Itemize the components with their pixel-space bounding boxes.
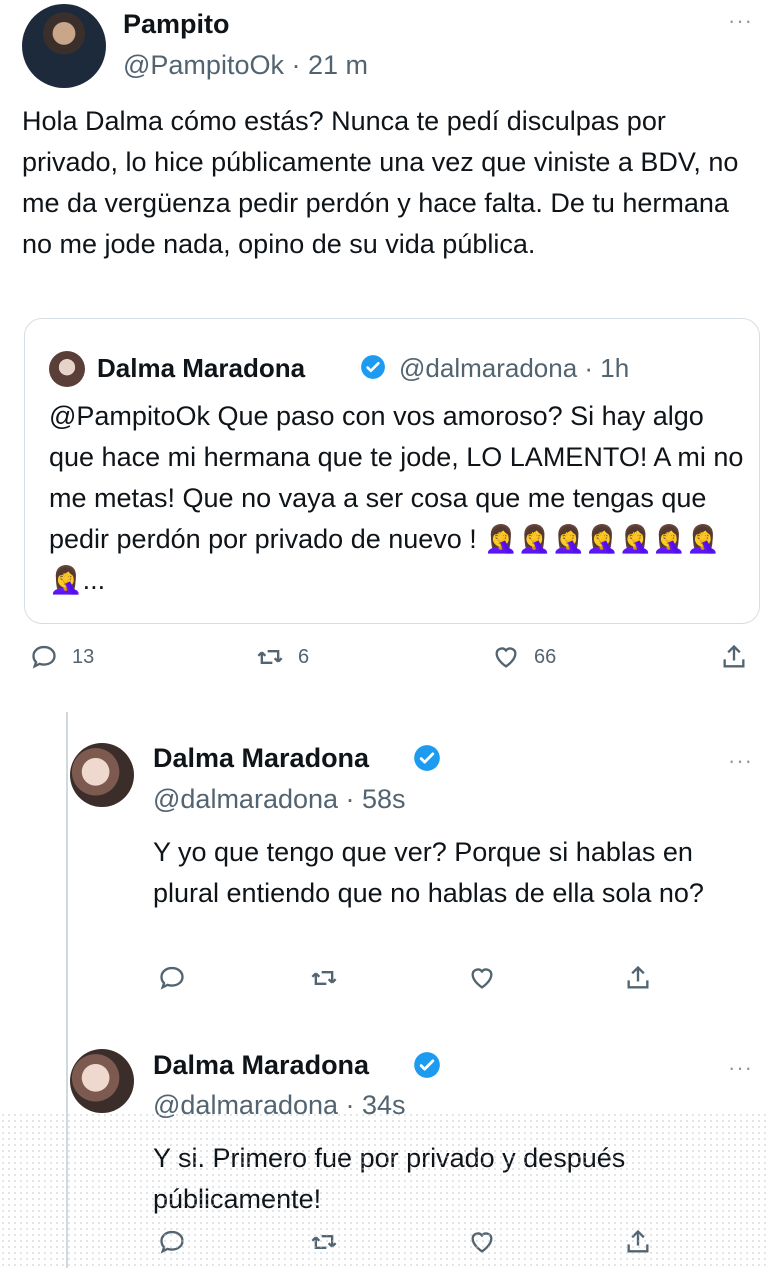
- reply-action[interactable]: [158, 964, 186, 992]
- reply-handle-time[interactable]: @dalmaradona · 34s: [153, 1090, 406, 1121]
- heart-icon: [495, 647, 517, 668]
- share-action[interactable]: [624, 964, 652, 992]
- reply-actions: [0, 1228, 767, 1268]
- share-action[interactable]: [624, 1228, 652, 1256]
- more-options-icon[interactable]: ···: [728, 750, 753, 772]
- heart-icon: [471, 968, 493, 989]
- verified-badge-icon: [414, 745, 440, 771]
- reply-author-name[interactable]: Dalma Maradona: [153, 1050, 369, 1081]
- more-options-icon[interactable]: ···: [728, 1057, 753, 1079]
- like-action[interactable]: [468, 964, 496, 992]
- reply-handle-time[interactable]: @dalmaradona · 58s: [153, 784, 406, 815]
- quoted-handle-time: @dalmaradona · 1h: [399, 353, 630, 383]
- share-icon: [627, 1229, 649, 1253]
- quoted-author-name: Dalma Maradona: [97, 353, 306, 383]
- reply-avatar[interactable]: [70, 1049, 134, 1113]
- reply-icon: [160, 1230, 184, 1254]
- like-count: 66: [534, 645, 557, 668]
- retweet-count: 6: [298, 645, 310, 668]
- retweet-action[interactable]: [310, 1228, 338, 1256]
- verified-badge-icon: [361, 355, 385, 379]
- like-action[interactable]: 66: [492, 643, 556, 671]
- share-icon: [723, 644, 745, 668]
- reply-action[interactable]: [158, 1228, 186, 1256]
- retweet-action[interactable]: 6: [256, 643, 309, 671]
- reply-author-name[interactable]: Dalma Maradona: [153, 743, 369, 774]
- quoted-tweet-text: @PampitoOk Que paso con vos amoroso? Si …: [49, 401, 744, 595]
- quoted-tweet-card[interactable]: Dalma Maradona @dalmaradona · 1h @Pampit…: [24, 318, 760, 624]
- reply-count: 13: [72, 645, 95, 668]
- tweet-text: Hola Dalma cómo estás? Nunca te pedí dis…: [22, 106, 739, 259]
- share-icon: [627, 965, 649, 989]
- author-handle-time[interactable]: @PampitoOk · 21 m: [123, 50, 368, 81]
- tweet-actions: 13 6 66: [0, 643, 767, 683]
- reply-action[interactable]: 13: [30, 643, 94, 671]
- reply-avatar[interactable]: [70, 743, 134, 807]
- retweet-action[interactable]: [310, 964, 338, 992]
- retweet-icon: [311, 971, 337, 985]
- reply-icon: [160, 966, 184, 990]
- reply-icon: [32, 645, 56, 669]
- avatar[interactable]: [22, 4, 106, 88]
- like-action[interactable]: [468, 1228, 496, 1256]
- retweet-icon: [311, 1235, 337, 1249]
- verified-badge-icon: [414, 1052, 440, 1078]
- more-options-icon[interactable]: ···: [728, 10, 753, 32]
- quoted-avatar: [49, 351, 85, 387]
- reply-actions: [0, 964, 767, 1004]
- retweet-icon: [257, 650, 283, 664]
- share-action[interactable]: [720, 643, 748, 671]
- author-name[interactable]: Pampito: [123, 9, 230, 40]
- heart-icon: [471, 1232, 493, 1253]
- reply-text: Y si. Primero fue por privado y después …: [153, 1143, 626, 1214]
- reply-text: Y yo que tengo que ver? Porque si hablas…: [153, 837, 704, 908]
